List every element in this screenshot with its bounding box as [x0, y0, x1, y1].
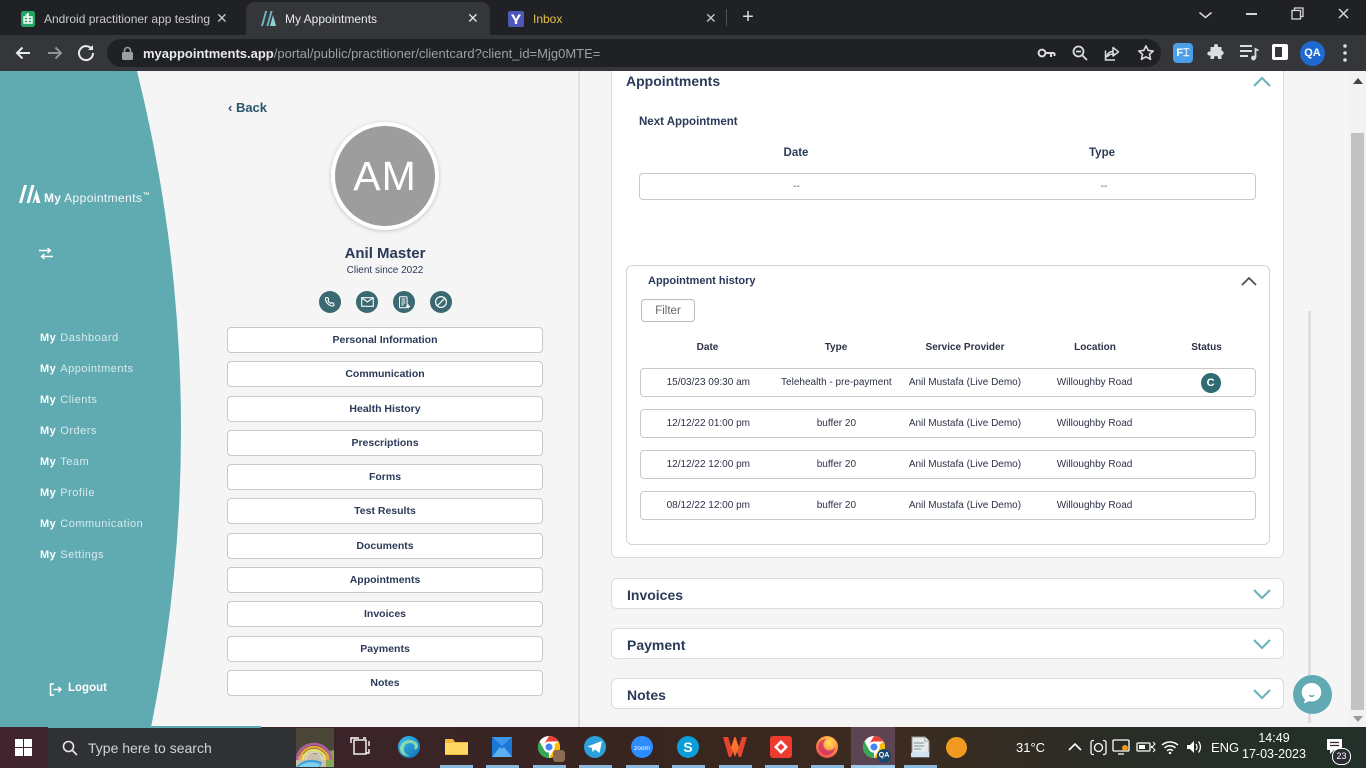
svg-text:S: S [683, 739, 692, 755]
svg-text:zoom: zoom [634, 745, 650, 752]
